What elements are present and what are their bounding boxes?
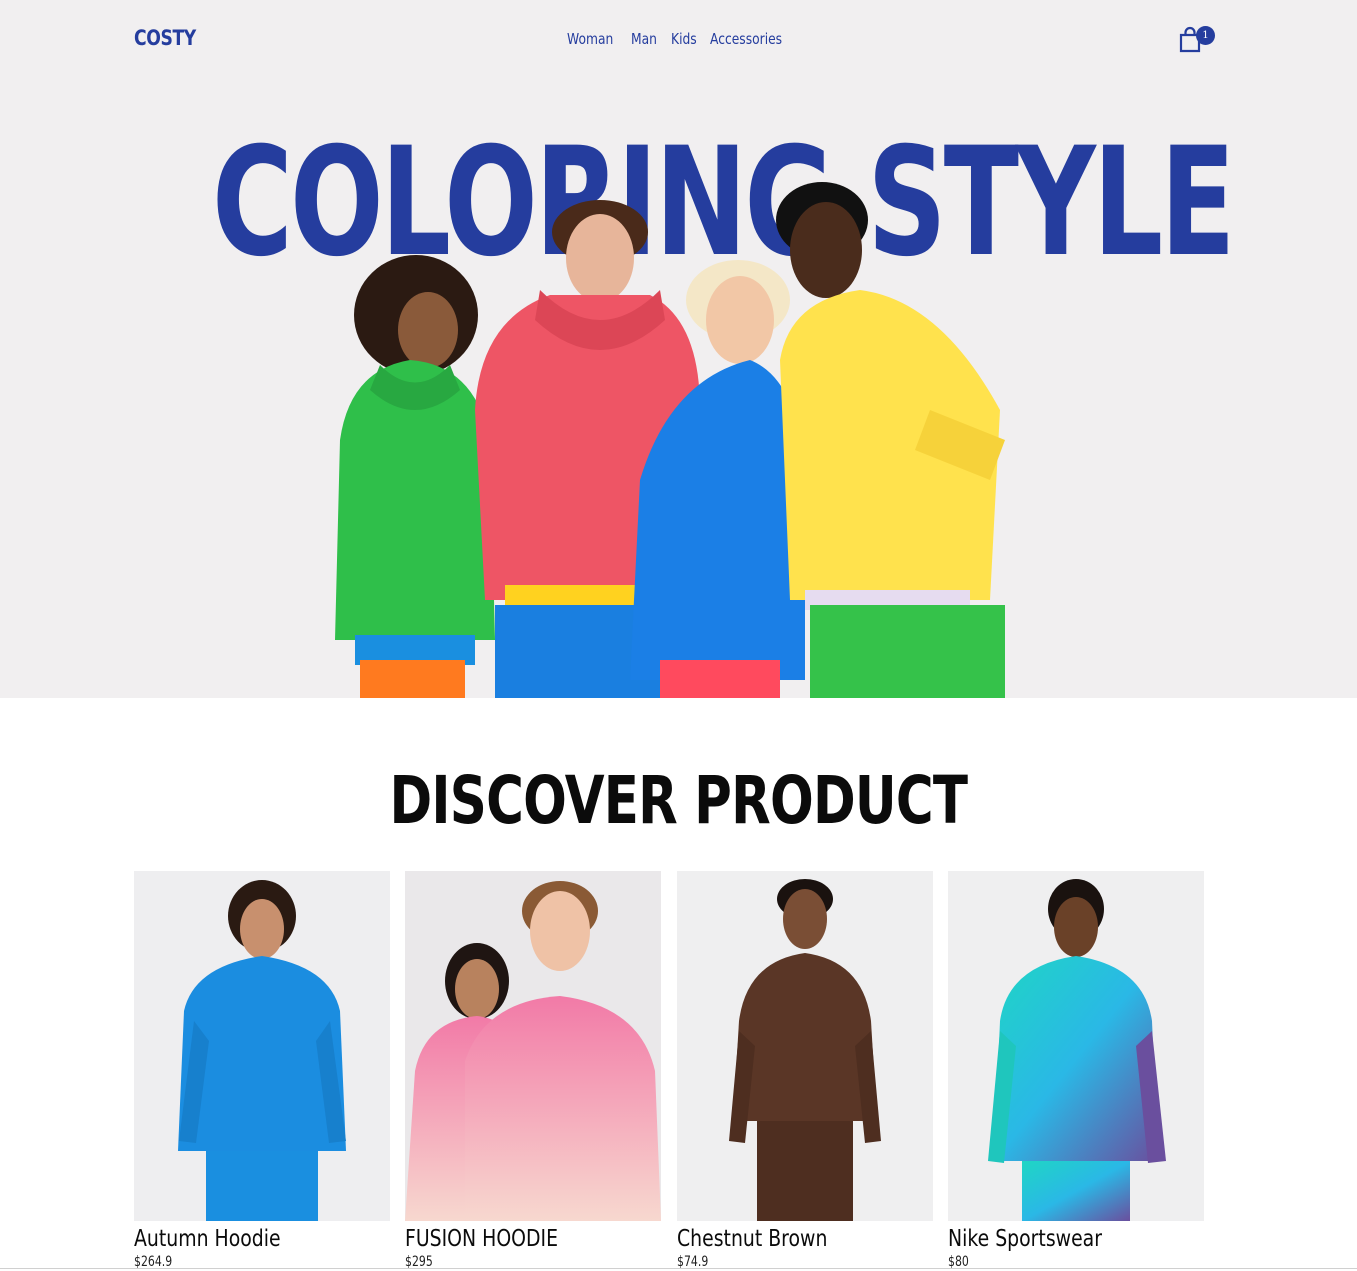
product-photo-chestnut-brown (677, 871, 933, 1221)
product-photo-nike-sportswear (948, 871, 1204, 1221)
product-image[interactable] (134, 871, 390, 1221)
product-card[interactable]: Chestnut Brown $74.9 (677, 871, 933, 1271)
site-header: COSTY Woman Man Kids Accessories 1 (0, 0, 1357, 82)
nav-accessories[interactable]: Accessories (710, 30, 782, 48)
model-yellow-hoodie (776, 182, 1005, 698)
product-card[interactable]: Autumn Hoodie $264.9 (134, 871, 390, 1271)
product-image[interactable] (405, 871, 661, 1221)
section-title-text: DISCOVER PRODUCT (389, 762, 969, 839)
hero-banner: COSTY Woman Man Kids Accessories 1 COLOR… (0, 0, 1357, 698)
product-name[interactable]: Chestnut Brown (677, 1225, 887, 1253)
nav-woman[interactable]: Woman (567, 30, 613, 48)
page-divider (0, 1268, 1357, 1269)
product-card[interactable]: Nike Sportswear $80 (948, 871, 1204, 1271)
cart-button[interactable]: 1 (1178, 24, 1218, 54)
model-green-hoodie (335, 255, 495, 698)
nav-kids[interactable]: Kids (671, 30, 697, 48)
product-photo-autumn-hoodie (134, 871, 390, 1221)
product-photo-fusion-hoodie (405, 871, 661, 1221)
product-image[interactable] (677, 871, 933, 1221)
main-nav: Woman Man Kids Accessories (567, 30, 790, 48)
product-name[interactable]: Nike Sportswear (948, 1225, 1158, 1253)
logo[interactable]: COSTY (134, 26, 196, 50)
product-image[interactable] (948, 871, 1204, 1221)
nav-man[interactable]: Man (631, 30, 657, 48)
cart-count-badge: 1 (1196, 26, 1215, 45)
section-title: DISCOVER PRODUCT (0, 762, 1357, 839)
product-card[interactable]: FUSION HOODIE $295 (405, 871, 661, 1271)
product-name[interactable]: FUSION HOODIE (405, 1225, 615, 1253)
product-name[interactable]: Autumn Hoodie (134, 1225, 344, 1253)
hero-models-image (335, 182, 1005, 698)
